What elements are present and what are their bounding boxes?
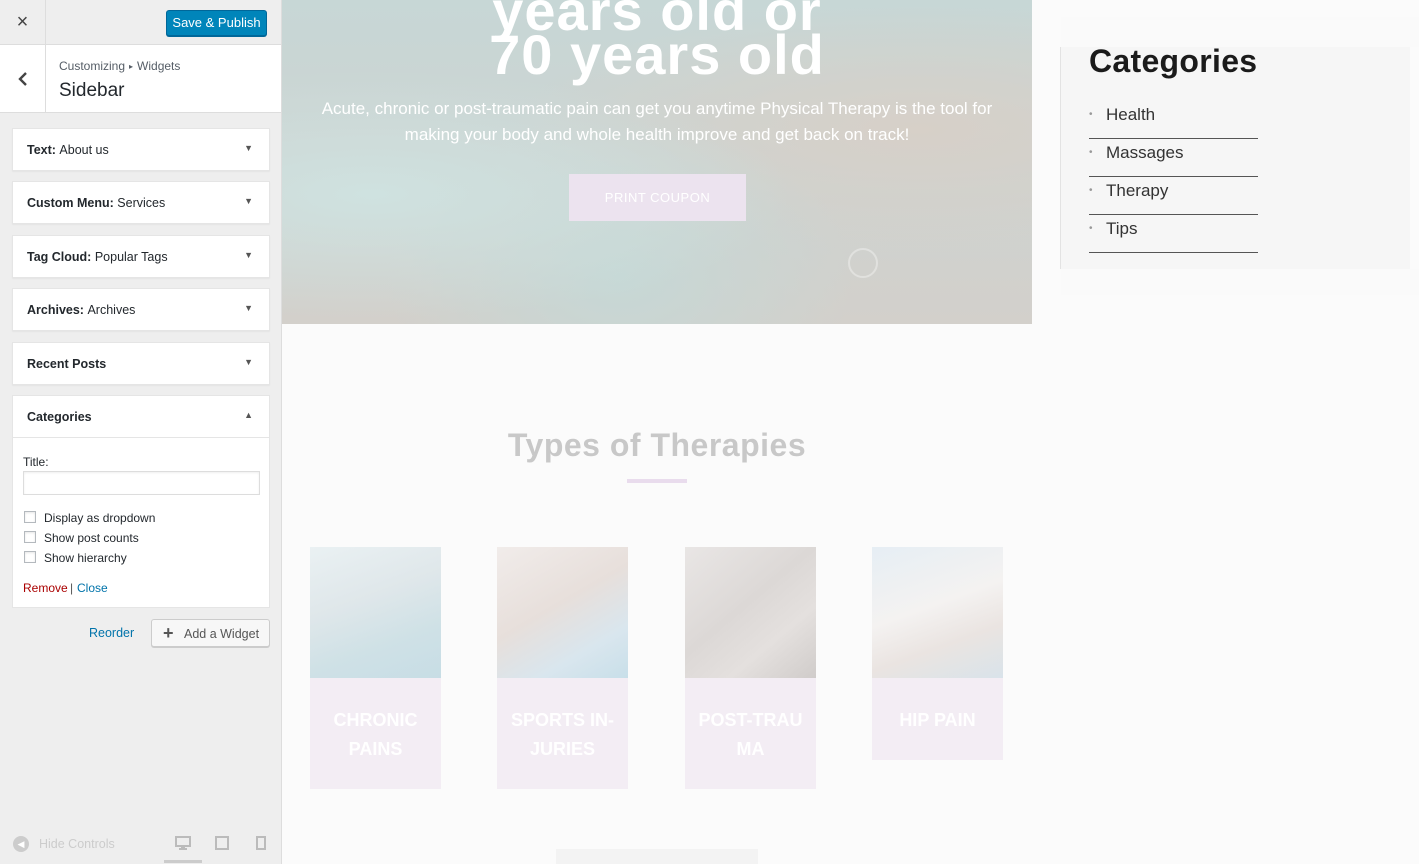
next-section-stub	[556, 849, 758, 864]
hero-description: Acute, chronic or post-traumatic pain ca…	[321, 99, 993, 144]
triangle-down-icon[interactable]: ▼	[244, 250, 253, 260]
triangle-down-icon[interactable]: ▼	[244, 143, 253, 153]
widget-type: Custom Menu:	[27, 196, 114, 210]
hero-banner: years old or 70 years old Acute, chronic…	[282, 0, 1032, 324]
option-show-post-counts[interactable]: Show post counts	[24, 531, 139, 545]
section-header: Customizing ▸ Widgets Sidebar	[0, 45, 281, 113]
heading-underline	[627, 479, 687, 483]
widget-title: Tag Cloud: Popular Tags	[27, 250, 168, 264]
widget-type: Archives:	[27, 303, 84, 317]
customizer-panel: × Save & Publish Customizing ▸ Widgets Sid…	[0, 0, 282, 864]
add-widget-label: Add a Widget	[184, 627, 260, 641]
close-widget-link[interactable]: Close	[77, 581, 108, 595]
add-widget-button[interactable]: + Add a Widget	[151, 619, 270, 647]
category-item-therapy[interactable]: • Therapy	[1089, 177, 1258, 215]
option-show-hierarchy[interactable]: Show hierarchy	[24, 551, 127, 565]
scroll-indicator	[848, 248, 878, 278]
widget-name: Popular Tags	[94, 250, 168, 264]
title-field-label: Title:	[23, 455, 49, 469]
category-item-health[interactable]: • Health	[1089, 101, 1258, 139]
bullet-icon: •	[1089, 109, 1093, 120]
category-label: Therapy	[1106, 181, 1169, 200]
widget-title: Text: About us	[27, 143, 109, 157]
back-button[interactable]	[0, 45, 46, 112]
option-label: Display as dropdown	[44, 511, 156, 525]
title-input[interactable]	[23, 471, 260, 495]
chevron-left-icon	[17, 72, 27, 86]
remove-widget-link[interactable]: Remove	[23, 581, 68, 595]
therapy-label: CHRONIC PAINS	[310, 678, 441, 789]
tablet-preview-icon[interactable]	[215, 836, 229, 850]
active-device-indicator	[164, 860, 202, 863]
customizer-footer: ◀ Hide Controls	[0, 826, 281, 864]
therapy-image	[310, 547, 441, 678]
bullet-icon: •	[1089, 223, 1093, 234]
bullet-icon: •	[1089, 185, 1093, 196]
breadcrumb-separator: ▸	[129, 62, 134, 71]
widget-title: Categories	[27, 410, 92, 424]
checkbox[interactable]	[24, 511, 36, 523]
hero-title-line2: 70 years old	[489, 23, 825, 86]
widget-tag-cloud[interactable]: Tag Cloud: Popular Tags ▼	[12, 235, 270, 278]
widget-type: Tag Cloud:	[27, 250, 92, 264]
option-display-dropdown[interactable]: Display as dropdown	[24, 511, 155, 525]
category-item-massages[interactable]: • Massages	[1089, 139, 1258, 177]
save-publish-button[interactable]: Save & Publish	[166, 10, 267, 36]
widget-categories-header[interactable]: Categories ▲	[13, 396, 269, 438]
checkbox[interactable]	[24, 531, 36, 543]
option-label: Show hierarchy	[44, 551, 127, 565]
widget-recent-posts[interactable]: Recent Posts ▼	[12, 342, 270, 385]
link-separator: |	[70, 581, 74, 595]
sidebar-bottom-strip	[1061, 269, 1419, 295]
customizer-header: × Save & Publish	[0, 0, 281, 45]
hide-controls-button[interactable]: Hide Controls	[39, 837, 115, 851]
bullet-icon: •	[1089, 147, 1093, 158]
triangle-up-icon[interactable]: ▲	[244, 410, 253, 420]
therapy-label: POST-TRAU MA	[685, 678, 816, 789]
category-label: Tips	[1106, 219, 1138, 238]
widget-custom-menu-services[interactable]: Custom Menu: Services ▼	[12, 181, 270, 224]
mobile-preview-icon[interactable]	[256, 836, 266, 850]
categories-heading: Categories	[1089, 43, 1258, 79]
therapy-image	[497, 547, 628, 678]
print-coupon-button[interactable]: PRINT COUPON	[569, 174, 746, 221]
close-customizer-button[interactable]: ×	[0, 0, 46, 45]
widget-title: Archives: Archives	[27, 303, 135, 317]
widget-name: Archives	[87, 303, 136, 317]
therapy-label: HIP PAIN	[872, 678, 1003, 760]
widget-type: Text:	[27, 143, 56, 157]
category-label: Health	[1106, 105, 1156, 124]
widget-archives[interactable]: Archives: Archives ▼	[12, 288, 270, 331]
therapy-image	[872, 547, 1003, 678]
therapies-heading: Types of Therapies	[507, 427, 807, 463]
checkbox[interactable]	[24, 551, 36, 563]
widget-text-about-us[interactable]: Text: About us ▼	[12, 128, 270, 171]
triangle-down-icon[interactable]: ▼	[244, 196, 253, 206]
hide-controls-icon[interactable]: ◀	[13, 836, 29, 852]
desktop-preview-icon[interactable]	[175, 836, 191, 850]
option-label: Show post counts	[44, 531, 139, 545]
widget-name: About us	[59, 143, 109, 157]
breadcrumb: Customizing ▸ Widgets	[59, 59, 180, 73]
widget-title: Recent Posts	[27, 357, 106, 371]
widget-name: Services	[117, 196, 166, 210]
category-item-tips[interactable]: • Tips	[1089, 215, 1258, 253]
triangle-down-icon[interactable]: ▼	[244, 303, 253, 313]
widget-title: Custom Menu: Services	[27, 196, 165, 210]
plus-icon: +	[163, 623, 174, 643]
therapy-label: SPORTS IN-JURIES	[497, 678, 628, 789]
section-title: Sidebar	[59, 80, 125, 101]
therapy-image	[685, 547, 816, 678]
widget-categories: Categories ▲ Title: Display as dropdown …	[12, 395, 270, 608]
reorder-link[interactable]: Reorder	[89, 626, 134, 640]
widget-type: Recent Posts	[27, 357, 107, 371]
breadcrumb-current: Widgets	[137, 59, 181, 73]
category-label: Massages	[1106, 143, 1184, 162]
triangle-down-icon[interactable]: ▼	[244, 357, 253, 367]
breadcrumb-parent: Customizing	[59, 59, 126, 73]
